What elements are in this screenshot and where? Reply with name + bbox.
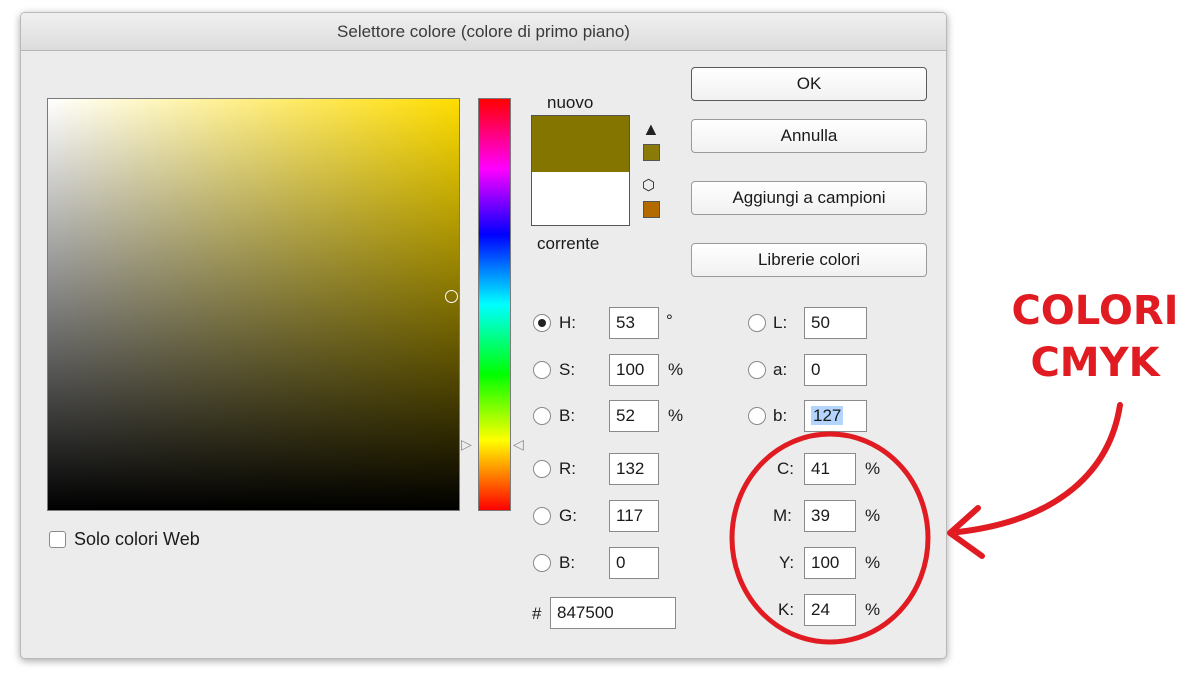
cmyk-highlight-circle bbox=[729, 431, 931, 645]
annotation-arrow-shaft bbox=[955, 402, 1123, 535]
annotation-overlay bbox=[729, 402, 1123, 645]
